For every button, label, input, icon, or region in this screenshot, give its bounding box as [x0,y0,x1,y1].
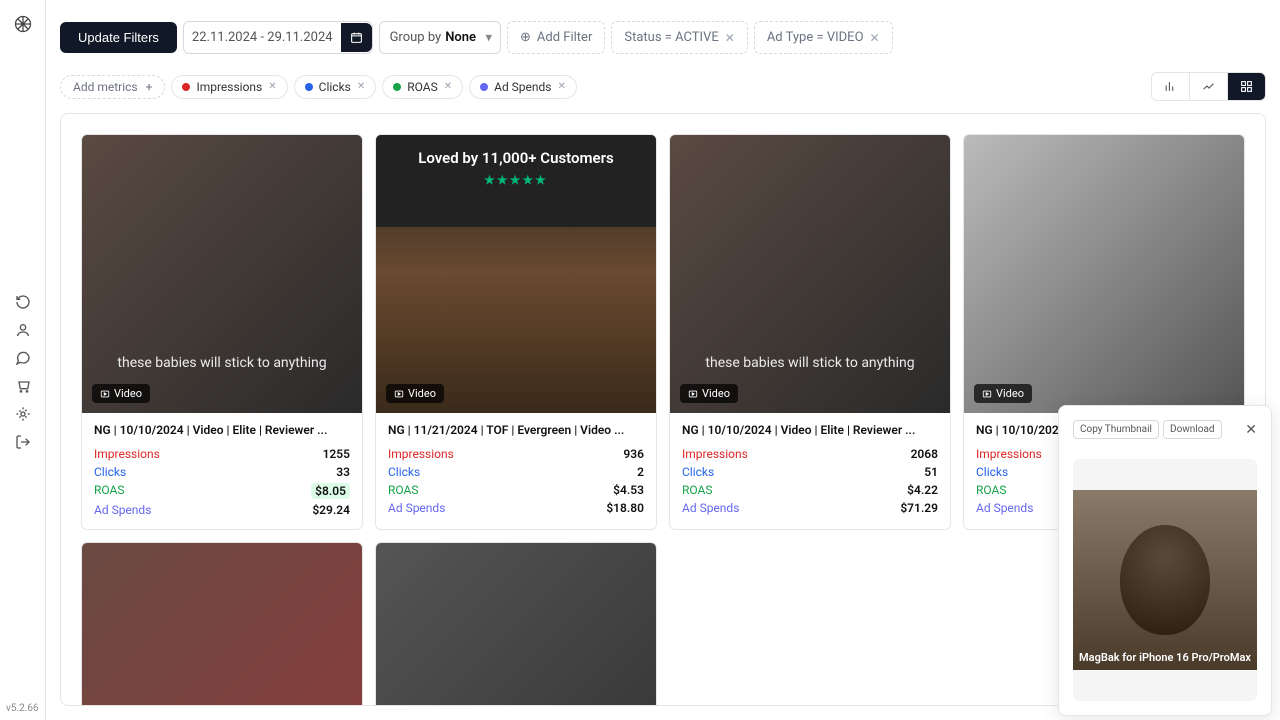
view-bar-button[interactable] [1152,73,1190,100]
stat-impressions: Impressions936 [388,445,644,463]
remove-icon[interactable]: ✕ [444,81,452,92]
card-thumbnail[interactable] [82,543,362,706]
metric-label: Impressions [196,80,262,94]
remove-icon[interactable]: ✕ [268,81,276,92]
dot-icon [480,83,488,91]
video-badge: Video [92,384,150,403]
card-body: NG | 10/10/2024 | Video | Elite | Review… [670,413,950,527]
nav-logout-icon[interactable] [15,434,31,450]
popup-header: Copy Thumbnail Download ✕ [1073,420,1257,439]
group-by-select[interactable]: Group by None ▾ [379,21,501,54]
card-body: NG | 11/21/2024 | TOF | Evergreen | Vide… [376,413,656,527]
stat-clicks: Clicks2 [388,463,644,481]
sidebar [0,0,46,720]
remove-icon[interactable]: ✕ [357,81,365,92]
ad-card[interactable] [375,542,657,706]
nav-user-icon[interactable] [15,322,31,338]
update-filters-button[interactable]: Update Filters [60,22,177,53]
dot-icon [305,83,313,91]
filter-icon: ⊕ [520,30,531,45]
metrics-row: Add metrics + Impressions ✕ Clicks ✕ ROA… [46,54,1280,107]
stat-roas: ROAS$4.22 [682,481,938,499]
stat-clicks: Clicks33 [94,463,350,481]
add-metrics-label: Add metrics [73,80,138,94]
stat-impressions: Impressions2068 [682,445,938,463]
top-toolbar: Update Filters 22.11.2024 - 29.11.2024 G… [46,0,1280,54]
metric-label: ROAS [407,80,437,94]
stat-spends: Ad Spends$71.29 [682,499,938,517]
video-badge: Video [386,384,444,403]
video-badge: Video [974,384,1032,403]
view-grid-button[interactable] [1228,73,1265,100]
calendar-icon[interactable] [341,23,372,52]
download-button[interactable]: Download [1163,420,1222,439]
add-metrics-button[interactable]: Add metrics + [60,75,165,99]
nav-cart-icon[interactable] [15,378,31,394]
thumb-caption: these babies will stick to anything [117,355,326,371]
thumb-header: Loved by 11,000+ Customers★★★★★ [376,135,656,227]
filter-adtype-remove-icon[interactable]: ✕ [870,31,880,45]
stat-roas: ROAS$8.05 [94,481,350,501]
card-title: NG | 10/10/2024 | Video | Elite | Review… [94,423,350,437]
ad-card[interactable] [81,542,363,706]
stat-clicks: Clicks51 [682,463,938,481]
video-badge: Video [680,384,738,403]
plus-icon: + [146,80,153,94]
card-thumbnail[interactable]: Loved by 11,000+ Customers★★★★★ Video [376,135,656,413]
card-thumbnail[interactable]: these babies will stick to anything Video [670,135,950,413]
card-title: NG | 11/21/2024 | TOF | Evergreen | Vide… [388,423,644,437]
add-filter-button[interactable]: ⊕ Add Filter [507,21,605,54]
ad-card[interactable]: these babies will stick to anything Video… [81,134,363,530]
stat-impressions: Impressions1255 [94,445,350,463]
ad-card[interactable]: these babies will stick to anything Video… [669,134,951,530]
popup-video-title: MagBak for iPhone 16 Pro/ProMax [1073,651,1257,664]
popup-video-frame: MagBak for iPhone 16 Pro/ProMax [1073,490,1257,670]
metric-clicks[interactable]: Clicks ✕ [294,75,377,99]
metric-roas[interactable]: ROAS ✕ [382,75,463,99]
ad-card[interactable]: Loved by 11,000+ Customers★★★★★ Video NG … [375,134,657,530]
dot-icon [182,83,190,91]
popup-video-preview[interactable]: MagBak for iPhone 16 Pro/ProMax [1073,459,1257,701]
nav-chat-icon[interactable] [15,350,31,366]
chevron-down-icon: ▾ [485,30,492,45]
card-thumbnail[interactable]: these babies will stick to anything Video [82,135,362,413]
date-range-text: 22.11.2024 - 29.11.2024 [184,22,341,53]
filter-adtype[interactable]: Ad Type = VIDEO ✕ [754,21,893,54]
view-switcher [1151,72,1266,101]
stat-spends: Ad Spends$29.24 [94,501,350,519]
logo [13,14,33,34]
version-label: v5.2.66 [6,703,39,714]
stat-spends: Ad Spends$18.80 [388,499,644,517]
card-title: NG | 10/10/2024 | Video | Elite | Review… [682,423,938,437]
dot-icon [393,83,401,91]
thumbnail-popup: Copy Thumbnail Download ✕ MagBak for iPh… [1058,405,1272,716]
card-thumbnail[interactable] [376,543,656,706]
add-filter-label: Add Filter [537,30,592,45]
thumb-caption: these babies will stick to anything [705,355,914,371]
card-body: NG | 10/10/2024 | Video | Elite | Review… [82,413,362,529]
view-line-button[interactable] [1190,73,1228,100]
nav-gear-icon[interactable] [15,406,31,422]
copy-thumbnail-button[interactable]: Copy Thumbnail [1073,420,1159,439]
group-by-label: Group by [390,30,442,45]
stat-roas: ROAS$4.53 [388,481,644,499]
metric-impressions[interactable]: Impressions ✕ [171,75,287,99]
filter-status[interactable]: Status = ACTIVE ✕ [611,21,747,54]
metric-label: Ad Spends [494,80,551,94]
filter-status-remove-icon[interactable]: ✕ [725,31,735,45]
date-range-picker[interactable]: 22.11.2024 - 29.11.2024 [183,21,373,54]
filter-status-label: Status = ACTIVE [624,30,718,45]
stars-icon: ★★★★★ [384,173,648,187]
metric-spends[interactable]: Ad Spends ✕ [469,75,577,99]
close-icon[interactable]: ✕ [1245,422,1257,438]
filter-adtype-label: Ad Type = VIDEO [767,30,864,45]
nav-icons [15,294,31,450]
remove-icon[interactable]: ✕ [558,81,566,92]
nav-refresh-icon[interactable] [15,294,31,310]
card-thumbnail[interactable]: Video [964,135,1244,413]
group-by-value: None [445,30,476,45]
metric-label: Clicks [319,80,351,94]
